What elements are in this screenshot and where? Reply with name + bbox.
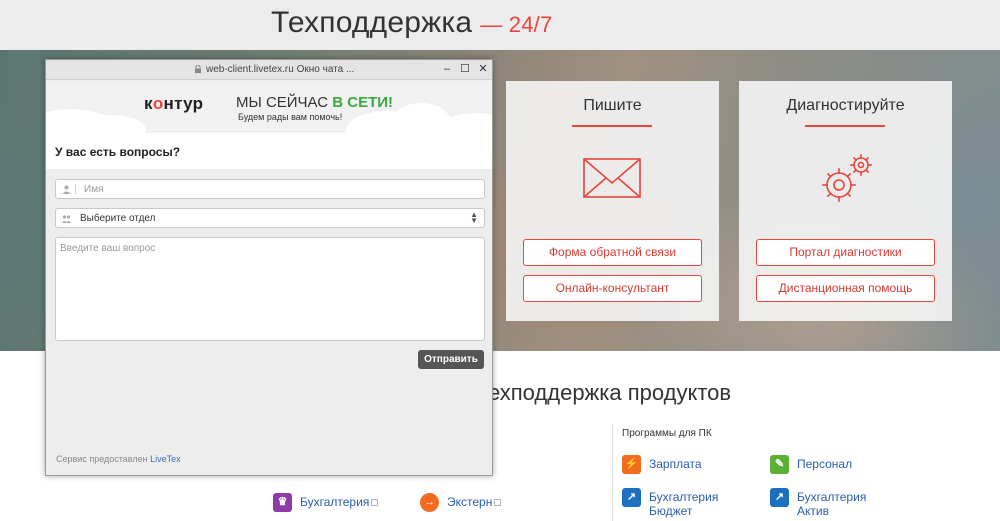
remote-help-button[interactable]: Дистанционная помощь — [756, 275, 935, 302]
online-status: МЫ СЕЙЧАС В СЕТИ! — [236, 94, 393, 111]
card-diagnose-title: Диагностируйте — [786, 97, 905, 114]
product-aktiv-line2: Актив — [797, 504, 829, 518]
kontur-logo: кoнтур — [144, 94, 203, 114]
product-extern-text: Экстерн — [447, 495, 493, 509]
product-aktiv-line1: Бухгалтерия — [797, 490, 867, 504]
online-highlight: В СЕТИ! — [332, 94, 394, 111]
service-text: Сервис предоставлен — [56, 454, 148, 464]
extern-icon: → — [420, 493, 439, 512]
budget-icon: ↗ — [622, 488, 641, 507]
maximize-button[interactable]: ☐ — [458, 62, 472, 76]
send-button[interactable]: Отправить — [418, 350, 484, 369]
logo-part: к — [144, 94, 153, 113]
product-buhgalteria[interactable]: ♛ Бухгалтерия — [273, 493, 379, 512]
message-placeholder: Введите ваш вопрос — [60, 243, 156, 254]
department-value: Выберите отдел — [80, 213, 156, 224]
field-separator — [75, 185, 76, 194]
zarplata-icon: ⚡ — [622, 455, 641, 474]
online-consultant-button[interactable]: Онлайн-консультант — [523, 275, 702, 302]
personal-icon: ✎ — [770, 455, 789, 474]
aktiv-icon: ↗ — [770, 488, 789, 507]
group-icon — [62, 215, 71, 223]
feedback-form-button[interactable]: Форма обратной связи — [523, 239, 702, 266]
product-extern-label[interactable]: Экстерн — [447, 495, 502, 509]
close-button[interactable]: ✕ — [476, 62, 490, 76]
chat-window: web-client.livetex.ru Окно чата ... – ☐ … — [45, 59, 493, 476]
product-aktiv[interactable]: ↗ Бухгалтерия Актив — [770, 488, 866, 518]
card-write-title: Пишите — [583, 97, 642, 114]
chat-header: кoнтур МЫ СЕЙЧАС В СЕТИ! Будем рады вам … — [46, 81, 492, 133]
external-link-icon — [494, 499, 502, 507]
page-title-text: Техподдержка — [271, 6, 473, 39]
logo-part: нтур — [163, 94, 204, 113]
page-title: Техподдержка — 24/7 — [271, 6, 552, 40]
gears-icon — [822, 154, 872, 202]
external-link-icon — [371, 499, 379, 507]
product-aktiv-label[interactable]: Бухгалтерия Актив — [797, 490, 866, 518]
product-extern[interactable]: → Экстерн — [420, 493, 502, 512]
select-arrows-icon: ▲ ▼ — [470, 210, 478, 225]
service-credit: Сервис предоставлен LiveTex — [56, 454, 181, 464]
page-header: Техподдержка — 24/7 — [0, 0, 1000, 50]
lock-icon — [195, 65, 201, 73]
name-field[interactable]: Имя — [55, 179, 485, 199]
online-subtext: Будем рады вам помочь! — [238, 112, 343, 122]
product-personal[interactable]: ✎ Персонал — [770, 455, 852, 474]
chat-question-bar: У вас есть вопросы? — [46, 133, 492, 169]
card-diagnose-underline — [805, 125, 885, 127]
page-title-tag: — 24/7 — [480, 12, 553, 37]
pc-programs-heading: Программы для ПК — [622, 428, 712, 439]
product-zarplata[interactable]: ⚡ Зарплата — [622, 455, 702, 474]
crown-icon: ♛ — [273, 493, 292, 512]
chat-url: web-client.livetex.ru Окно чата ... — [206, 64, 355, 75]
livetex-link[interactable]: LiveTex — [150, 454, 181, 464]
message-textarea[interactable]: Введите ваш вопрос — [55, 237, 485, 341]
products-divider — [612, 424, 613, 521]
products-section-title: ехподдержка продуктов — [488, 380, 732, 405]
card-diagnose: Диагностируйте Портал диагностики Дистан… — [739, 81, 952, 321]
minimize-button[interactable]: – — [440, 62, 454, 76]
product-buhgalteria-text: Бухгалтерия — [300, 495, 370, 509]
logo-o: o — [152, 94, 164, 113]
diagnostics-portal-button[interactable]: Портал диагностики — [756, 239, 935, 266]
product-buhgalteria-label[interactable]: Бухгалтерия — [300, 495, 379, 509]
product-budget-label[interactable]: Бухгалтерия Бюджет — [649, 490, 718, 518]
product-personal-label[interactable]: Персонал — [797, 457, 852, 471]
chat-question: У вас есть вопросы? — [55, 145, 181, 159]
online-text: МЫ СЕЙЧАС — [236, 94, 329, 111]
chat-titlebar[interactable]: web-client.livetex.ru Окно чата ... – ☐ … — [46, 60, 492, 80]
envelope-icon — [583, 158, 641, 198]
user-icon — [62, 185, 71, 194]
product-budget-line2: Бюджет — [649, 504, 693, 518]
card-write-underline — [572, 125, 652, 127]
department-select[interactable]: Выберите отдел ▲ ▼ — [55, 208, 485, 228]
name-placeholder: Имя — [84, 184, 104, 195]
product-budget-line1: Бухгалтерия — [649, 490, 719, 504]
product-zarplata-label[interactable]: Зарплата — [649, 457, 702, 471]
product-budget[interactable]: ↗ Бухгалтерия Бюджет — [622, 488, 718, 518]
card-write: Пишите Форма обратной связи Онлайн-консу… — [506, 81, 719, 321]
